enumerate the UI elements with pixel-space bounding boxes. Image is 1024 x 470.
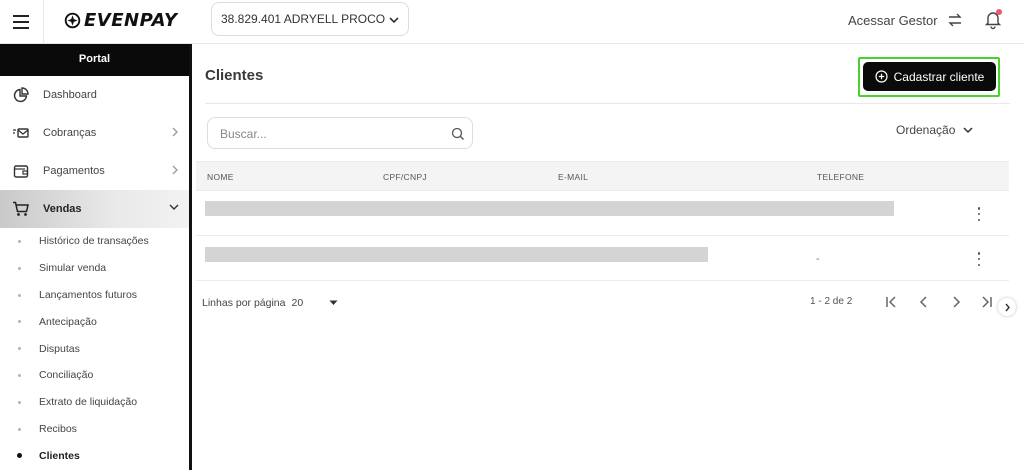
- rows-per-page-select[interactable]: 20: [291, 297, 303, 309]
- search-input[interactable]: [220, 125, 440, 143]
- rows-per-page: Linhas por página 20: [202, 297, 338, 309]
- sidebar: Portal Dashboard Cobranças Pagamentos Ve…: [0, 44, 192, 470]
- chevron-down-icon[interactable]: [329, 300, 338, 306]
- next-page-icon[interactable]: [948, 294, 964, 310]
- top-bar: EVENPAY 38.829.401 ADRYELL PROCOPI... Ac…: [0, 0, 1024, 44]
- redacted-content: [205, 247, 708, 262]
- table-row[interactable]: [196, 191, 1009, 236]
- submenu-item-simulate-sale[interactable]: Simular venda: [0, 255, 189, 282]
- plus-circle-icon: [875, 70, 888, 83]
- rows-per-page-label: Linhas por página: [202, 297, 286, 309]
- sidebar-item-billing[interactable]: Cobranças: [0, 114, 189, 152]
- title-divider: [205, 103, 1010, 104]
- table-row[interactable]: -: [196, 236, 1009, 281]
- submenu-item-reconciliation[interactable]: Conciliação: [0, 362, 189, 389]
- sidebar-item-label: Pagamentos: [43, 165, 105, 177]
- submenu-item-receipts[interactable]: Recibos: [0, 416, 189, 443]
- wallet-icon: [12, 162, 30, 180]
- header-divider: [43, 0, 44, 44]
- sort-label: Ordenação: [896, 123, 956, 137]
- more-vertical-icon[interactable]: [974, 207, 984, 221]
- column-header-document[interactable]: CPF/CNPJ: [383, 172, 427, 182]
- pagination-range: 1 - 2 de 2: [810, 296, 853, 307]
- submenu-item-future-entries[interactable]: Lançamentos futuros: [0, 282, 189, 309]
- search-box: [207, 117, 473, 149]
- scroll-right-button[interactable]: [998, 298, 1016, 316]
- phone-cell: -: [816, 253, 820, 265]
- sort-dropdown[interactable]: Ordenação: [896, 123, 973, 137]
- portal-header: Portal: [0, 44, 189, 76]
- create-client-button[interactable]: Cadastrar cliente: [863, 62, 996, 91]
- manager-access-label: Acessar Gestor: [848, 12, 938, 28]
- notifications-button[interactable]: [982, 8, 1004, 30]
- sidebar-item-dashboard[interactable]: Dashboard: [0, 76, 189, 114]
- create-client-label: Cadastrar cliente: [893, 69, 985, 84]
- submenu-item-clients[interactable]: Clientes: [0, 442, 189, 469]
- company-selector[interactable]: 38.829.401 ADRYELL PROCOPI...: [211, 2, 409, 36]
- column-header-email[interactable]: E-MAIL: [558, 172, 588, 182]
- chevron-right-icon: [172, 165, 178, 175]
- logo-text: EVENPAY: [84, 9, 178, 31]
- swap-icon: [947, 13, 962, 27]
- first-page-icon[interactable]: [884, 294, 900, 310]
- chevron-down-icon: [389, 17, 399, 24]
- submenu-item-disputes[interactable]: Disputas: [0, 335, 189, 362]
- brand-logo[interactable]: EVENPAY: [64, 9, 178, 31]
- logo-icon: [64, 12, 81, 28]
- submenu-item-transaction-history[interactable]: Histórico de transações: [0, 228, 189, 255]
- notification-badge: [996, 9, 1002, 15]
- sidebar-item-payments[interactable]: Pagamentos: [0, 152, 189, 190]
- sidebar-item-label: Cobranças: [43, 127, 97, 139]
- manager-access-link[interactable]: Acessar Gestor: [848, 11, 964, 29]
- chevron-down-icon: [169, 204, 179, 210]
- last-page-icon[interactable]: [978, 294, 994, 310]
- sidebar-item-label: Vendas: [43, 203, 82, 215]
- search-icon[interactable]: [451, 127, 465, 141]
- billing-icon: [12, 124, 30, 142]
- chevron-right-icon: [1004, 303, 1010, 311]
- redacted-content: [205, 201, 894, 216]
- column-header-phone[interactable]: TELEFONE: [817, 172, 864, 182]
- submenu-item-anticipation[interactable]: Antecipação: [0, 308, 189, 335]
- table-header: NOME CPF/CNPJ E-MAIL TELEFONE: [196, 161, 1009, 191]
- company-selector-value: 38.829.401 ADRYELL PROCOPI...: [221, 12, 385, 26]
- cart-icon: [12, 200, 30, 218]
- sidebar-item-sales[interactable]: Vendas: [0, 190, 189, 228]
- chevron-down-icon: [963, 127, 973, 134]
- prev-page-icon[interactable]: [916, 294, 932, 310]
- dashboard-icon: [12, 86, 30, 104]
- sales-submenu: Histórico de transações Simular venda La…: [0, 228, 189, 469]
- page-title: Clientes: [205, 67, 264, 84]
- sidebar-item-label: Dashboard: [43, 89, 97, 101]
- chevron-right-icon: [172, 127, 178, 137]
- menu-icon[interactable]: [10, 11, 32, 33]
- submenu-item-settlement-statement[interactable]: Extrato de liquidação: [0, 389, 189, 416]
- column-header-name[interactable]: NOME: [207, 172, 234, 182]
- more-vertical-icon[interactable]: [974, 252, 984, 266]
